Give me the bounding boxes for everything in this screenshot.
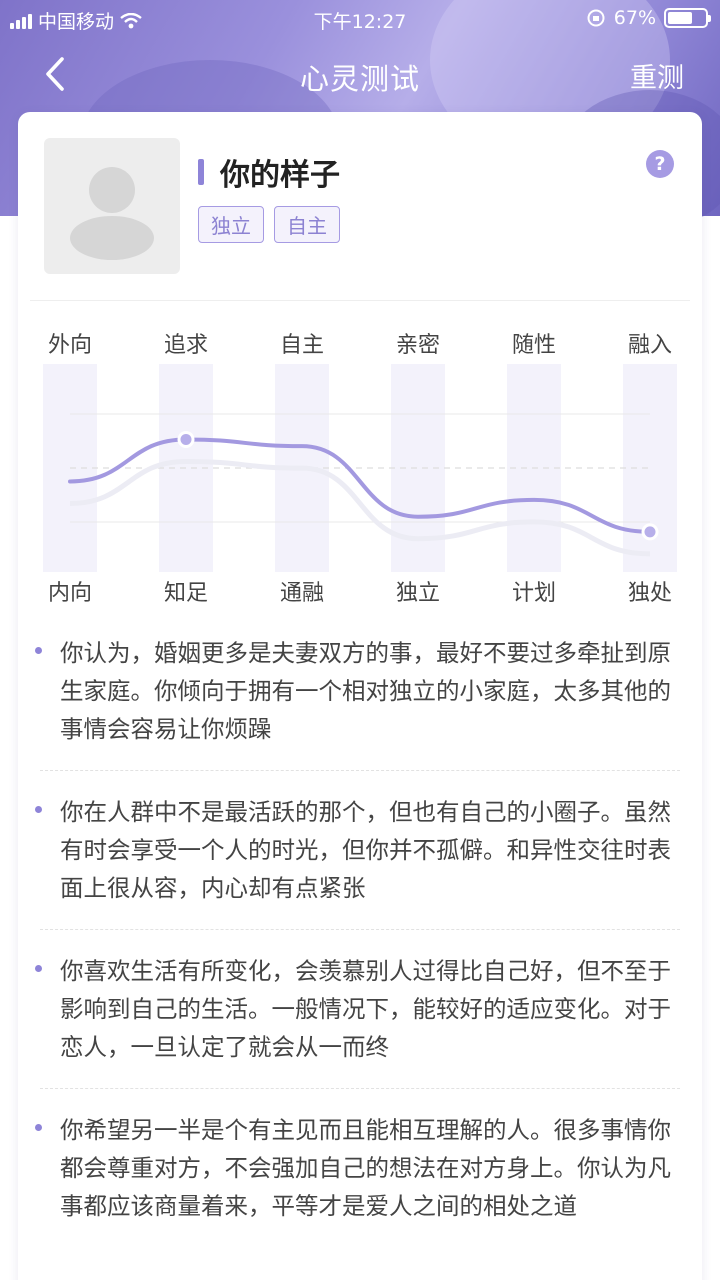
retest-button[interactable]: 重测 <box>630 56 684 95</box>
bullet-dot <box>35 965 42 972</box>
axis-label-top: 自主 <box>280 333 324 358</box>
description-text: 你认为，婚姻更多是夫妻双方的事，最好不要过多牵扯到原生家庭。你倾向于拥有一个相对… <box>60 639 671 743</box>
axis-label-bottom: 知足 <box>164 581 208 606</box>
trait-tags: 独立 自主 <box>198 206 340 243</box>
axis-label-bottom: 通融 <box>280 581 324 606</box>
bullet-dot <box>35 806 42 813</box>
nav-bar: 心灵测试 重测 <box>0 44 720 104</box>
status-bar: 中国移动 下午12:27 67% <box>0 0 720 38</box>
axis-label-top: 随性 <box>512 333 556 358</box>
profile-title: 你的样子 <box>220 158 340 193</box>
description-text: 你在人群中不是最活跃的那个，但也有自己的小圈子。虽然有时会享受一个人的时光，但你… <box>60 798 671 902</box>
battery-fill <box>668 12 693 24</box>
series-line <box>68 437 652 534</box>
description-text: 你喜欢生活有所变化，会羡慕别人过得比自己好，但不至于影响到自己的生活。一般情况下… <box>60 957 671 1061</box>
avatar <box>44 138 180 274</box>
axis-label-bottom: 内向 <box>48 581 92 606</box>
result-card: 你的样子 ? 独立 自主 外向 追求 自主 亲密 随性 融入 内向 知足 通融 独立 计划 独处 你认… <box>18 112 702 1280</box>
rotation-lock-icon <box>587 9 605 27</box>
axis-label-top: 亲密 <box>396 333 440 358</box>
description-list: 你认为，婚姻更多是夫妻双方的事，最好不要过多牵扯到原生家庭。你倾向于拥有一个相对… <box>18 612 702 1247</box>
trait-tag: 独立 <box>198 206 264 243</box>
trait-tag: 自主 <box>274 206 340 243</box>
help-icon[interactable]: ? <box>646 150 674 178</box>
description-text: 你希望另一半是个有主见而且能相互理解的人。很多事情你都会尊重对方，不会强加自己的… <box>60 1116 671 1220</box>
divider <box>30 300 690 301</box>
battery-percent: 67% <box>613 7 656 29</box>
list-item: 你喜欢生活有所变化，会羡慕别人过得比自己好，但不至于影响到自己的生活。一般情况下… <box>18 930 702 1088</box>
axis-label-top: 外向 <box>48 333 92 358</box>
battery-icon <box>664 8 711 28</box>
profile-heading: 你的样子 <box>198 150 340 194</box>
axis-label-top: 融入 <box>628 333 672 358</box>
user-placeholder-icon <box>70 167 154 260</box>
list-item: 你希望另一半是个有主见而且能相互理解的人。很多事情你都会尊重对方，不会强加自己的… <box>18 1089 702 1247</box>
personality-chart: 外向 追求 自主 亲密 随性 融入内向 知足 通融 独立 计划 独处 <box>43 333 677 606</box>
axis-label-bottom: 独处 <box>628 581 672 606</box>
axis-label-bottom: 独立 <box>396 581 440 606</box>
list-item: 你在人群中不是最活跃的那个，但也有自己的小圈子。虽然有时会享受一个人的时光，但你… <box>18 771 702 929</box>
bullet-dot <box>35 1124 42 1131</box>
page-title: 心灵测试 <box>299 62 420 96</box>
data-point <box>177 430 195 448</box>
axis-label-top: 追求 <box>164 333 208 358</box>
axis-label-bottom: 计划 <box>512 581 556 606</box>
data-point <box>641 523 659 541</box>
title-accent-bar <box>198 159 204 185</box>
bullet-dot <box>35 647 42 654</box>
series-shadow-line <box>69 458 651 557</box>
list-item: 你认为，婚姻更多是夫妻双方的事，最好不要过多牵扯到原生家庭。你倾向于拥有一个相对… <box>18 612 702 770</box>
